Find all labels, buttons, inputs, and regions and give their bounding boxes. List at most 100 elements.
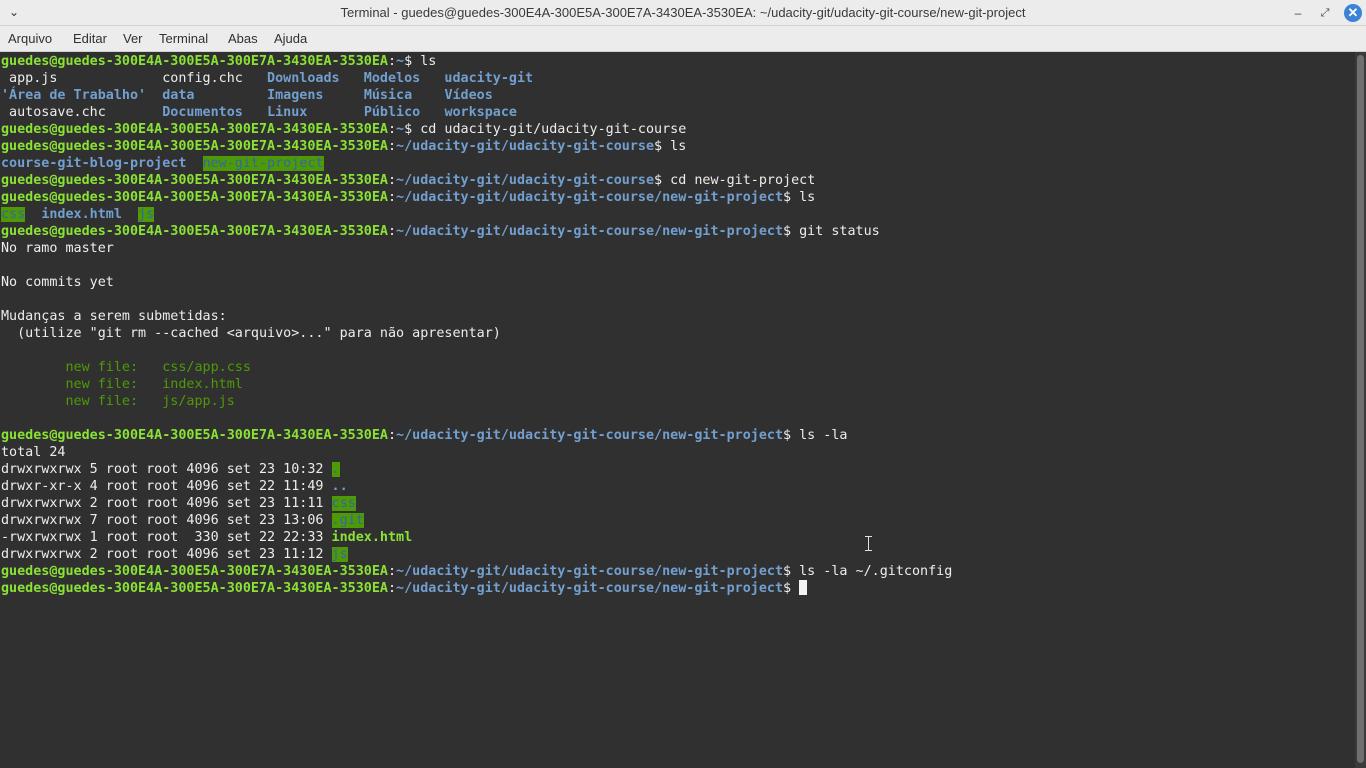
terminal-line: drwxrwxrwx 2 root root 4096 set 23 11:11…: [1, 495, 356, 512]
terminal-line: drwxrwxrwx 5 root root 4096 set 23 10:32…: [1, 461, 340, 478]
terminal-text: total 24: [1, 445, 66, 460]
menu-bar: Arquivo Editar Ver Terminal Abas Ajuda: [0, 26, 1366, 52]
terminal-text: js: [331, 547, 348, 562]
terminal-text: workspace: [444, 105, 517, 120]
terminal-text: $ git status: [783, 224, 880, 239]
terminal-text: data: [162, 88, 195, 103]
terminal-line: No commits yet: [1, 274, 114, 291]
terminal-text: Modelos: [363, 71, 421, 86]
terminal-line: guedes@guedes-300E4A-300E5A-300E7A-3430E…: [1, 580, 808, 597]
terminal-text: index.html: [331, 530, 413, 545]
terminal-text: :: [387, 581, 397, 596]
terminal-text: No commits yet: [1, 275, 114, 290]
terminal-text: Downloads: [267, 71, 340, 86]
terminal-line: autosave.chc Documentos Linux Público wo…: [1, 104, 517, 121]
window-title: Terminal - guedes@guedes-300E4A-300E5A-3…: [340, 5, 1026, 20]
maximize-button[interactable]: ⤢: [1316, 4, 1334, 22]
terminal-line: drwxrwxrwx 7 root root 4096 set 23 13:06…: [1, 512, 364, 529]
terminal-text: :: [387, 224, 397, 239]
terminal-text: new file: js/app.js: [1, 394, 235, 409]
mouse-ibeam-cursor-icon: [864, 536, 873, 551]
terminal-line: 'Área de Trabalho' data Imagens Música V…: [1, 87, 493, 104]
terminal-line: -rwxrwxrwx 1 root root 330 set 22 22:33 …: [1, 529, 412, 546]
terminal-text: Imagens: [267, 88, 324, 103]
menu-arquivo[interactable]: Arquivo: [8, 26, 52, 52]
terminal-text: $ ls: [404, 54, 437, 69]
terminal-text: $ ls -la: [783, 428, 848, 443]
terminal-text: .: [331, 462, 340, 477]
terminal-text: $ cd new-git-project: [654, 173, 816, 188]
menu-abas[interactable]: Abas: [228, 26, 258, 52]
terminal-line: guedes@guedes-300E4A-300E5A-300E7A-3430E…: [1, 172, 815, 189]
terminal-text: drwxrwxrwx 7 root root 4096 set 23 13:06: [1, 513, 332, 528]
prompt-user: guedes@guedes-300E4A-300E5A-300E7A-3430E…: [1, 428, 388, 443]
terminal-text: drwxrwxrwx 2 root root 4096 set 23 11:11: [1, 496, 332, 511]
terminal-text: $ ls -la ~/.gitconfig: [783, 564, 953, 579]
prompt-user: guedes@guedes-300E4A-300E5A-300E7A-3430E…: [1, 190, 388, 205]
terminal-text: ..: [331, 479, 348, 494]
terminal-text: $: [783, 581, 800, 596]
terminal-text: No ramo master: [1, 241, 114, 256]
terminal-output[interactable]: guedes@guedes-300E4A-300E5A-300E7A-3430E…: [0, 52, 1355, 768]
terminal-text: .git: [331, 513, 364, 528]
terminal-line: Mudanças a serem submetidas:: [1, 308, 227, 325]
terminal-text: Público: [363, 105, 421, 120]
terminal-text: Música: [363, 88, 413, 103]
terminal-line: new file: css/app.css: [1, 359, 250, 376]
prompt-path: ~/udacity-git/udacity-git-course/new-git…: [396, 428, 783, 443]
prompt-user: guedes@guedes-300E4A-300E5A-300E7A-3430E…: [1, 122, 388, 137]
terminal-text: Documentos: [162, 105, 243, 120]
prompt-user: guedes@guedes-300E4A-300E5A-300E7A-3430E…: [1, 139, 388, 154]
text-cursor: [799, 580, 808, 595]
terminal-text: app.js config.chc: [1, 71, 268, 86]
terminal-text: drwxr-xr-x 4 root root 4096 set 22 11:49: [1, 479, 332, 494]
terminal-line: new file: js/app.js: [1, 393, 235, 410]
prompt-path: ~/udacity-git/udacity-git-course/new-git…: [396, 224, 783, 239]
close-button[interactable]: ✕: [1344, 4, 1362, 22]
window-titlebar[interactable]: ⌄ Terminal - guedes@guedes-300E4A-300E5A…: [0, 0, 1366, 26]
terminal-text: index.html: [41, 207, 122, 222]
terminal-text: autosave.chc: [1, 105, 163, 120]
terminal-text: Mudanças a serem submetidas:: [1, 309, 227, 324]
terminal-line: guedes@guedes-300E4A-300E5A-300E7A-3430E…: [1, 121, 686, 138]
terminal-text: 'Área de Trabalho': [1, 88, 147, 103]
prompt-user: guedes@guedes-300E4A-300E5A-300E7A-3430E…: [1, 564, 388, 579]
terminal-text: Linux: [267, 105, 308, 120]
prompt-user: guedes@guedes-300E4A-300E5A-300E7A-3430E…: [1, 581, 388, 596]
terminal-text: $ ls: [783, 190, 816, 205]
terminal-text: css: [1, 207, 26, 222]
prompt-path: ~: [396, 122, 405, 137]
terminal-text: drwxrwxrwx 2 root root 4096 set 23 11:12: [1, 547, 332, 562]
prompt-path: ~/udacity-git/udacity-git-course/new-git…: [396, 564, 783, 579]
minimize-button[interactable]: ‒: [1289, 4, 1307, 22]
menu-ajuda[interactable]: Ajuda: [274, 26, 307, 52]
terminal-line: No ramo master: [1, 240, 114, 257]
prompt-path: ~/udacity-git/udacity-git-course/new-git…: [396, 190, 783, 205]
prompt-user: guedes@guedes-300E4A-300E5A-300E7A-3430E…: [1, 224, 388, 239]
terminal-text: :: [387, 139, 397, 154]
menu-terminal[interactable]: Terminal: [159, 26, 208, 52]
terminal-text: :: [387, 190, 397, 205]
terminal-text: new file: index.html: [1, 377, 243, 392]
prompt-user: guedes@guedes-300E4A-300E5A-300E7A-3430E…: [1, 54, 388, 69]
terminal-text: :: [387, 173, 397, 188]
prompt-path: ~/udacity-git/udacity-git-course: [396, 173, 655, 188]
menu-editar[interactable]: Editar: [73, 26, 107, 52]
terminal-line: total 24: [1, 444, 66, 461]
scrollbar-thumb[interactable]: [1357, 55, 1364, 763]
terminal-text: udacity-git: [444, 71, 534, 86]
menu-ver[interactable]: Ver: [123, 26, 143, 52]
terminal-line: course-git-blog-project new-git-project: [1, 155, 324, 172]
terminal-text: :: [387, 54, 397, 69]
terminal-scrollbar[interactable]: [1355, 52, 1366, 768]
terminal-text: $ cd udacity-git/udacity-git-course: [404, 122, 687, 137]
terminal-text: :: [387, 428, 397, 443]
terminal-line: (utilize "git rm --cached <arquivo>..." …: [1, 325, 501, 342]
